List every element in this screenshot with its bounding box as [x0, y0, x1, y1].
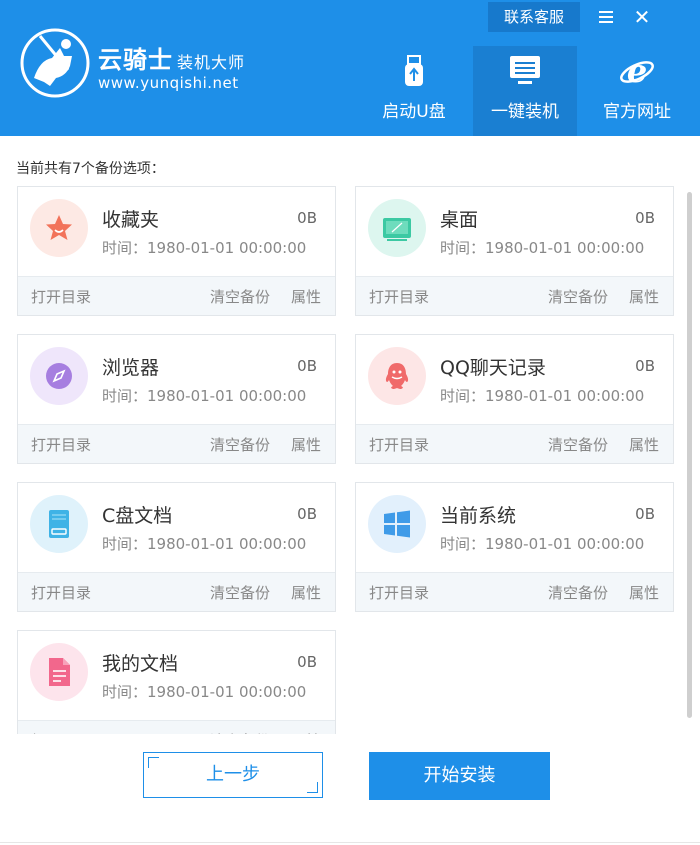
qq-icon-bg	[368, 347, 426, 405]
properties-link[interactable]: 属性	[291, 730, 321, 734]
brand-suffix: 装机大师	[177, 53, 246, 72]
card-title: 当前系统	[440, 505, 517, 527]
card-time: 时间：1980-01-01 00:00:00	[102, 535, 307, 553]
bottom-divider	[0, 842, 700, 843]
card-actions: 打开目录 清空备份 属性	[18, 720, 335, 734]
card-actions: 打开目录 清空备份 属性	[18, 276, 335, 315]
header-bar: 云骑士 装机大师 www.yunqishi.net 联系客服 ✕ 启动U盘 一键装…	[0, 0, 700, 136]
clear-backup-link[interactable]: 清空备份	[548, 434, 608, 455]
clear-backup-link[interactable]: 清空备份	[210, 582, 270, 603]
backup-card-qq-chat: QQ聊天记录 0B 时间：1980-01-01 00:00:00 打开目录 清空…	[355, 334, 674, 464]
properties-link[interactable]: 属性	[629, 434, 659, 455]
browser-icon-bg	[30, 347, 88, 405]
tab-one-click-install[interactable]: 一键装机	[473, 46, 577, 136]
desktop-icon-bg	[368, 199, 426, 257]
backup-card-current-system: 当前系统 0B 时间：1980-01-01 00:00:00 打开目录 清空备份…	[355, 482, 674, 612]
tab-label: 一键装机	[491, 102, 559, 122]
brand-title: 云骑士	[98, 46, 173, 74]
menu-icon[interactable]	[594, 6, 618, 28]
card-actions: 打开目录 清空备份 属性	[18, 424, 335, 463]
properties-link[interactable]: 属性	[291, 434, 321, 455]
tab-official-site[interactable]: e 官方网址	[585, 46, 689, 136]
qq-icon	[385, 363, 409, 389]
tab-label: 官方网址	[603, 102, 671, 122]
card-actions: 打开目录 清空备份 属性	[356, 572, 673, 611]
monitor-icon	[510, 56, 540, 84]
card-title: QQ聊天记录	[440, 357, 546, 379]
card-title: 收藏夹	[102, 209, 160, 231]
open-directory-link[interactable]: 打开目录	[369, 434, 429, 455]
open-directory-link[interactable]: 打开目录	[31, 286, 91, 307]
my-docs-icon-bg	[30, 643, 88, 701]
open-directory-link[interactable]: 打开目录	[31, 434, 91, 455]
system-icon-bg	[368, 495, 426, 553]
properties-link[interactable]: 属性	[291, 582, 321, 603]
backup-card-c-drive-docs: C盘文档 0B 时间：1980-01-01 00:00:00 打开目录 清空备份…	[17, 482, 336, 612]
backup-count-title: 当前共有7个备份选项：	[16, 161, 165, 177]
properties-link[interactable]: 属性	[629, 286, 659, 307]
backup-list[interactable]: 收藏夹 0B 时间：1980-01-01 00:00:00 打开目录 清空备份 …	[0, 184, 700, 734]
open-directory-link[interactable]: 打开目录	[369, 582, 429, 603]
backup-card-my-documents: 我的文档 0B 时间：1980-01-01 00:00:00 打开目录 清空备份…	[17, 630, 336, 734]
start-install-button[interactable]: 开始安装	[369, 752, 550, 800]
star-icon	[46, 215, 72, 240]
brand-url: www.yunqishi.net	[98, 74, 239, 92]
clear-backup-link[interactable]: 清空备份	[210, 434, 270, 455]
favorites-icon-bg	[30, 199, 88, 257]
clear-backup-link[interactable]: 清空备份	[210, 286, 270, 307]
brand-name: 云骑士 装机大师	[98, 40, 245, 75]
card-size: 0B	[635, 357, 655, 375]
knight-logo-icon	[20, 28, 90, 98]
card-size: 0B	[297, 357, 317, 375]
svg-text:e: e	[627, 54, 647, 88]
card-size: 0B	[635, 209, 655, 227]
tab-usb-boot[interactable]: 启动U盘	[364, 46, 464, 136]
windows-icon	[384, 510, 410, 538]
card-time: 时间：1980-01-01 00:00:00	[102, 239, 307, 257]
card-actions: 打开目录 清空备份 属性	[356, 424, 673, 463]
backup-card-browser: 浏览器 0B 时间：1980-01-01 00:00:00 打开目录 清空备份 …	[17, 334, 336, 464]
clear-backup-link[interactable]: 清空备份	[548, 286, 608, 307]
properties-link[interactable]: 属性	[291, 286, 321, 307]
desktop-icon	[383, 218, 411, 241]
document-icon	[49, 658, 70, 686]
ie-browser-icon: e	[620, 54, 654, 88]
card-title: C盘文档	[102, 505, 173, 527]
close-icon[interactable]: ✕	[630, 6, 654, 28]
card-actions: 打开目录 清空备份 属性	[356, 276, 673, 315]
tab-label: 启动U盘	[382, 102, 446, 122]
contact-service-button[interactable]: 联系客服	[488, 2, 580, 32]
open-directory-link[interactable]: 打开目录	[31, 730, 91, 734]
card-size: 0B	[635, 505, 655, 523]
clear-backup-link[interactable]: 清空备份	[548, 582, 608, 603]
card-size: 0B	[297, 653, 317, 671]
card-time: 时间：1980-01-01 00:00:00	[440, 387, 645, 405]
vertical-scrollbar[interactable]	[687, 192, 692, 718]
backup-card-desktop: 桌面 0B 时间：1980-01-01 00:00:00 打开目录 清空备份 属…	[355, 186, 674, 316]
card-title: 桌面	[440, 209, 479, 231]
card-actions: 打开目录 清空备份 属性	[18, 572, 335, 611]
compass-icon	[46, 363, 72, 389]
card-time: 时间：1980-01-01 00:00:00	[440, 239, 645, 257]
card-time: 时间：1980-01-01 00:00:00	[102, 387, 307, 405]
card-size: 0B	[297, 209, 317, 227]
usb-drive-icon	[405, 55, 423, 86]
previous-step-button[interactable]: 上一步	[143, 752, 323, 798]
card-time: 时间：1980-01-01 00:00:00	[102, 683, 307, 701]
card-title: 我的文档	[102, 653, 179, 675]
open-directory-link[interactable]: 打开目录	[369, 286, 429, 307]
c-drive-icon-bg	[30, 495, 88, 553]
card-time: 时间：1980-01-01 00:00:00	[440, 535, 645, 553]
open-directory-link[interactable]: 打开目录	[31, 582, 91, 603]
backup-card-favorites: 收藏夹 0B 时间：1980-01-01 00:00:00 打开目录 清空备份 …	[17, 186, 336, 316]
properties-link[interactable]: 属性	[629, 582, 659, 603]
card-title: 浏览器	[102, 357, 160, 379]
card-size: 0B	[297, 505, 317, 523]
clear-backup-link[interactable]: 清空备份	[210, 730, 270, 734]
disk-document-icon	[49, 510, 69, 538]
